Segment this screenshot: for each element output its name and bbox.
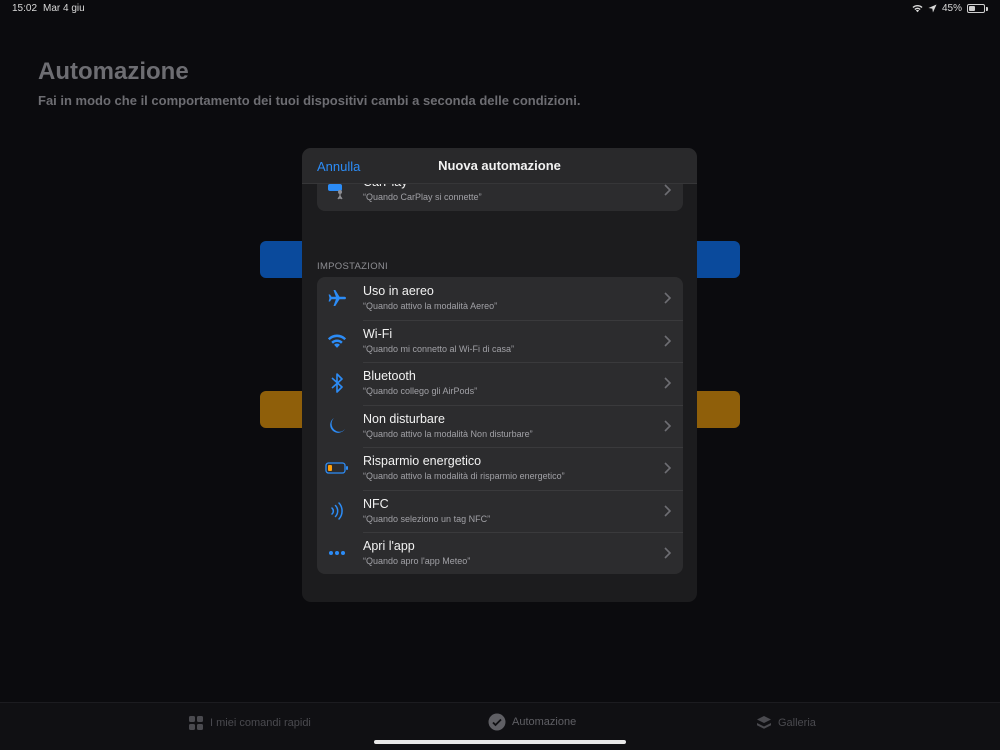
settings-group: Uso in aereo “Quando attivo la modalità … <box>317 277 683 574</box>
chevron-right-icon <box>664 419 672 432</box>
row-subtitle: “Quando attivo la modalità di risparmio … <box>363 471 565 481</box>
list-item-wifi[interactable]: Wi-Fi “Quando mi connetto al Wi-Fi di ca… <box>317 319 683 363</box>
row-subtitle: “Quando apro l'app Meteo” <box>363 556 471 566</box>
status-bar: 15:02 Mar 4 giu 45% <box>0 0 1000 18</box>
layers-icon <box>757 716 771 729</box>
airplane-icon <box>325 286 349 310</box>
row-title: Risparmio energetico <box>363 454 482 468</box>
tab-gallery[interactable]: Galleria <box>756 715 816 731</box>
tab-my-shortcuts[interactable]: I miei comandi rapidi <box>188 715 311 731</box>
chevron-right-icon <box>664 462 672 474</box>
list-item-airplane-mode[interactable]: Uso in aereo “Quando attivo la modalità … <box>317 277 683 320</box>
row-subtitle: “Quando attivo la modalità Aereo” <box>363 301 498 311</box>
tab-label: I miei comandi rapidi <box>210 717 311 729</box>
chevron-right-icon <box>664 184 672 196</box>
row-title: Uso in aereo <box>363 284 434 298</box>
list-item-do-not-disturb[interactable]: Non disturbare “Quando attivo la modalit… <box>317 404 683 448</box>
bluetooth-icon <box>325 371 349 395</box>
list-item-nfc[interactable]: NFC “Quando seleziono un tag NFC” <box>317 489 683 533</box>
automation-icon <box>488 713 506 731</box>
row-subtitle: “Quando seleziono un tag NFC” <box>363 513 491 524</box>
battery-tip <box>986 6 988 11</box>
row-title: NFC <box>363 496 389 511</box>
status-right: 45% <box>912 3 988 14</box>
more-icon <box>325 541 349 565</box>
list-item-open-app[interactable]: Apri l'app “Quando apro l'app Meteo” <box>317 532 683 574</box>
status-date: Mar 4 giu <box>43 3 85 14</box>
sheet-title: Nuova automazione <box>438 158 561 173</box>
row-title: Non disturbare <box>363 411 445 426</box>
tab-label: Galleria <box>778 717 816 729</box>
chevron-right-icon <box>664 292 672 304</box>
chevron-right-icon <box>664 334 672 347</box>
new-automation-sheet: Annulla Nuova automazione CarPlay “Quand… <box>302 148 697 602</box>
row-subtitle: “Quando attivo la modalità Non disturbar… <box>363 428 533 439</box>
wifi-icon <box>325 329 349 353</box>
battery-icon <box>967 4 985 13</box>
row-subtitle: “Quando collego gli AirPods” <box>363 386 478 396</box>
wifi-status-icon <box>912 4 923 13</box>
nfc-icon <box>325 499 349 523</box>
list-item-low-power-mode[interactable]: Risparmio energetico “Quando attivo la m… <box>317 447 683 490</box>
tab-label: Automazione <box>512 716 577 728</box>
page-subtitle: Fai in modo che il comportamento dei tuo… <box>38 93 581 108</box>
chevron-right-icon <box>664 547 672 559</box>
home-indicator <box>374 740 626 744</box>
page-title: Automazione <box>38 58 189 85</box>
status-time: 15:02 <box>12 3 38 14</box>
chevron-right-icon <box>664 377 672 389</box>
row-subtitle: “Quando mi connetto al Wi-Fi di casa” <box>363 343 515 354</box>
chevron-right-icon <box>664 504 672 517</box>
battery-level <box>969 6 976 11</box>
battery-low-icon <box>325 456 349 480</box>
row-title: Bluetooth <box>363 369 416 383</box>
moon-icon <box>325 414 349 438</box>
tab-automation[interactable]: Automazione <box>488 713 576 731</box>
row-title: Wi-Fi <box>363 326 393 341</box>
row-subtitle: “Quando CarPlay si connette” <box>363 192 482 202</box>
location-icon <box>928 4 937 13</box>
sheet-header: Annulla Nuova automazione <box>302 148 697 184</box>
list-item-bluetooth[interactable]: Bluetooth “Quando collego gli AirPods” <box>317 362 683 405</box>
section-header-settings: IMPOSTAZIONI <box>317 261 388 272</box>
grid-icon <box>189 716 203 730</box>
row-title: Apri l'app <box>363 539 415 553</box>
battery-percent: 45% <box>941 3 962 14</box>
